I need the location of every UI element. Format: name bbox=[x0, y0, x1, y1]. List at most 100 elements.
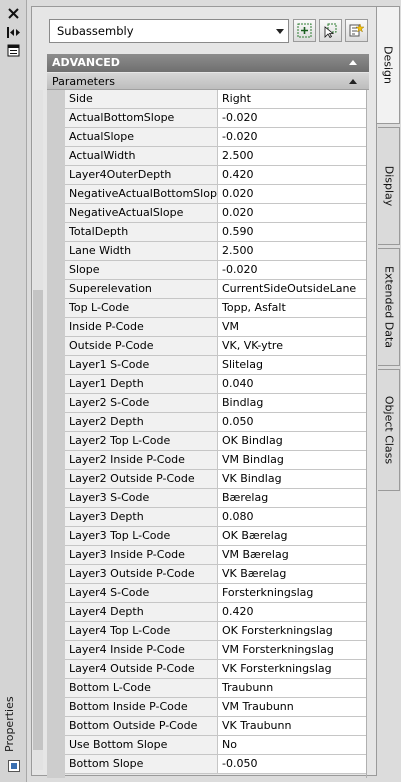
property-row[interactable]: Layer3 Inside P-Code VM Bærelag bbox=[65, 546, 366, 565]
property-value[interactable]: Bærelag bbox=[218, 489, 366, 507]
property-row[interactable]: Layer3 Outside P-Code VK Bærelag bbox=[65, 565, 366, 584]
tab-display-label: Display bbox=[382, 165, 395, 207]
property-value[interactable]: 0.590 bbox=[218, 223, 366, 241]
property-value[interactable]: OK Bindlag bbox=[218, 432, 366, 450]
property-row[interactable]: Side Right bbox=[65, 90, 366, 109]
property-row[interactable]: Top L-Code Topp, Asfalt bbox=[65, 299, 366, 318]
tab-object-class-label: Object Class bbox=[382, 395, 395, 465]
property-row[interactable]: Inside P-Code VM bbox=[65, 318, 366, 337]
property-name: Bottom Slope bbox=[65, 755, 218, 773]
property-row[interactable]: NegativeActualBottomSlope 0.020 bbox=[65, 185, 366, 204]
property-value[interactable]: OK Forsterkningslag bbox=[218, 622, 366, 640]
property-value[interactable]: 0.020 bbox=[218, 204, 366, 222]
auto-hide-icon[interactable] bbox=[7, 26, 20, 39]
property-row[interactable]: Bottom L-Code Traubunn bbox=[65, 679, 366, 698]
section-advanced-label: ADVANCED bbox=[52, 56, 120, 69]
property-value[interactable]: Slitelag bbox=[218, 356, 366, 374]
property-name: Layer4 Top L-Code bbox=[65, 622, 218, 640]
property-value[interactable]: CurrentSideOutsideLane bbox=[218, 280, 366, 298]
section-parameters[interactable]: Parameters bbox=[47, 73, 369, 90]
tab-object-class[interactable]: Object Class bbox=[378, 369, 400, 491]
property-value[interactable]: -0.020 bbox=[218, 128, 366, 146]
property-value[interactable]: Traubunn bbox=[218, 679, 366, 697]
property-row[interactable]: Bottom Inside P-Code VM Traubunn bbox=[65, 698, 366, 717]
property-row[interactable]: Layer3 S-Code Bærelag bbox=[65, 489, 366, 508]
property-value[interactable]: 0.050 bbox=[218, 413, 366, 431]
property-row[interactable]: Outside P-Code VK, VK-ytre bbox=[65, 337, 366, 356]
property-row[interactable]: Superelevation CurrentSideOutsideLane bbox=[65, 280, 366, 299]
property-row[interactable]: ActualSlope -0.020 bbox=[65, 128, 366, 147]
property-name: Layer4 S-Code bbox=[65, 584, 218, 602]
property-value[interactable]: Bindlag bbox=[218, 394, 366, 412]
property-name: Layer4 Depth bbox=[65, 603, 218, 621]
property-row[interactable]: Layer2 S-Code Bindlag bbox=[65, 394, 366, 413]
toolbar: Subassembly bbox=[49, 19, 369, 45]
property-value[interactable]: Right bbox=[218, 90, 366, 108]
property-value[interactable]: VM Forsterkningslag bbox=[218, 641, 366, 659]
property-row[interactable]: Layer4 Top L-Code OK Forsterkningslag bbox=[65, 622, 366, 641]
property-value[interactable]: VK Forsterkningslag bbox=[218, 660, 366, 678]
property-name: Lane Width bbox=[65, 242, 218, 260]
property-row[interactable]: TotalDepth 0.590 bbox=[65, 223, 366, 242]
property-row[interactable]: Layer4 Depth 0.420 bbox=[65, 603, 366, 622]
property-value[interactable]: No bbox=[218, 736, 366, 754]
property-row[interactable]: Layer3 Depth 0.080 bbox=[65, 508, 366, 527]
property-value[interactable]: 0.020 bbox=[218, 185, 366, 203]
property-row[interactable]: Layer3 Top L-Code OK Bærelag bbox=[65, 527, 366, 546]
property-value[interactable]: -0.050 bbox=[218, 755, 366, 773]
property-row[interactable]: Bottom Slope -0.050 bbox=[65, 755, 366, 774]
property-value[interactable]: 0.420 bbox=[218, 166, 366, 184]
property-row[interactable]: Layer2 Depth 0.050 bbox=[65, 413, 366, 432]
property-row[interactable]: Layer4 Outside P-Code VK Forsterkningslag bbox=[65, 660, 366, 679]
quick-select-button[interactable] bbox=[345, 19, 368, 42]
property-value[interactable]: Forsterkningslag bbox=[218, 584, 366, 602]
tab-design[interactable]: Design bbox=[377, 6, 400, 124]
property-value[interactable]: VK Bindlag bbox=[218, 470, 366, 488]
property-row[interactable]: Layer2 Inside P-Code VM Bindlag bbox=[65, 451, 366, 470]
scrollbar-thumb[interactable] bbox=[33, 290, 43, 750]
property-value[interactable]: VM Bindlag bbox=[218, 451, 366, 469]
property-row[interactable]: Bottom Outside P-Code VK Traubunn bbox=[65, 717, 366, 736]
property-value[interactable]: VK Traubunn bbox=[218, 717, 366, 735]
property-value[interactable]: 2.500 bbox=[218, 242, 366, 260]
property-row[interactable]: ActualWidth 2.500 bbox=[65, 147, 366, 166]
tab-extended-data[interactable]: Extended Data bbox=[378, 248, 400, 366]
toggle-pickadd-icon bbox=[297, 23, 312, 38]
tab-display[interactable]: Display bbox=[378, 127, 400, 245]
property-row[interactable]: ActualBottomSlope -0.020 bbox=[65, 109, 366, 128]
property-value[interactable]: 0.420 bbox=[218, 603, 366, 621]
close-icon[interactable] bbox=[7, 7, 20, 20]
vertical-scrollbar[interactable] bbox=[33, 90, 43, 770]
property-row[interactable]: Slope -0.020 bbox=[65, 261, 366, 280]
property-row[interactable]: Layer4 S-Code Forsterkningslag bbox=[65, 584, 366, 603]
property-value[interactable]: -0.020 bbox=[218, 261, 366, 279]
property-row[interactable]: Layer4 Inside P-Code VM Forsterkningslag bbox=[65, 641, 366, 660]
section-advanced[interactable]: ADVANCED bbox=[47, 54, 369, 72]
toggle-pickadd-button[interactable] bbox=[293, 19, 316, 42]
property-value[interactable]: Topp, Asfalt bbox=[218, 299, 366, 317]
property-value[interactable]: 0.040 bbox=[218, 375, 366, 393]
property-value[interactable]: 0.080 bbox=[218, 508, 366, 526]
property-value[interactable]: -0.020 bbox=[218, 109, 366, 127]
property-row[interactable]: Lane Width 2.500 bbox=[65, 242, 366, 261]
property-row[interactable]: NegativeActualSlope 0.020 bbox=[65, 204, 366, 223]
property-row[interactable]: Layer4OuterDepth 0.420 bbox=[65, 166, 366, 185]
property-name: Slope bbox=[65, 261, 218, 279]
property-row[interactable]: Layer1 Depth 0.040 bbox=[65, 375, 366, 394]
tab-extended-data-label: Extended Data bbox=[382, 265, 395, 349]
select-objects-icon bbox=[324, 23, 337, 38]
property-value[interactable]: VK Bærelag bbox=[218, 565, 366, 583]
property-row[interactable]: Layer2 Outside P-Code VK Bindlag bbox=[65, 470, 366, 489]
property-value[interactable]: VK, VK-ytre bbox=[218, 337, 366, 355]
property-value[interactable]: VM bbox=[218, 318, 366, 336]
property-value[interactable]: VM Bærelag bbox=[218, 546, 366, 564]
object-type-combo[interactable]: Subassembly bbox=[49, 19, 289, 43]
property-value[interactable]: 2.500 bbox=[218, 147, 366, 165]
select-objects-button[interactable] bbox=[319, 19, 342, 42]
property-row[interactable]: Layer2 Top L-Code OK Bindlag bbox=[65, 432, 366, 451]
property-value[interactable]: OK Bærelag bbox=[218, 527, 366, 545]
property-value[interactable]: VM Traubunn bbox=[218, 698, 366, 716]
property-row[interactable]: Layer1 S-Code Slitelag bbox=[65, 356, 366, 375]
property-row[interactable]: Use Bottom Slope No bbox=[65, 736, 366, 755]
properties-menu-icon[interactable] bbox=[7, 44, 20, 57]
